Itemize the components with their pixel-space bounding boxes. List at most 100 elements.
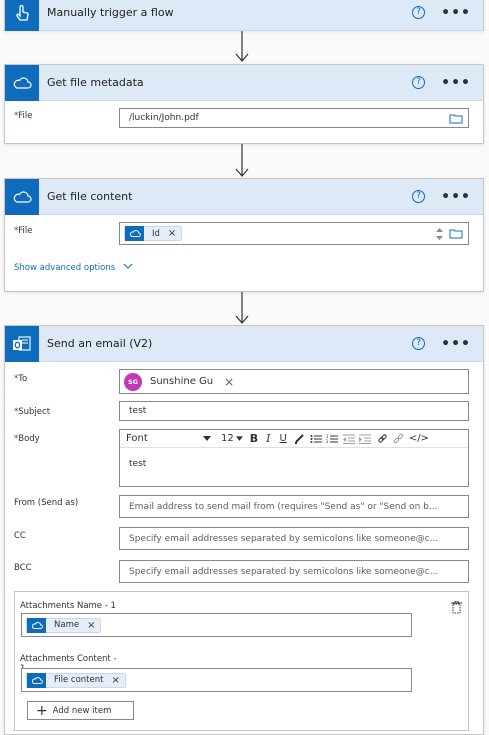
add-new-item-button[interactable]: + Add new item	[27, 701, 134, 720]
content-title: Get file content	[47, 190, 133, 203]
attachments-content-label: Attachments Content -	[20, 654, 117, 664]
code-view-icon[interactable]: </>	[409, 433, 429, 444]
font-size-value: 12	[221, 433, 234, 444]
more-options-button[interactable]: •••	[441, 75, 471, 91]
file-path-value: /luckin/John.pdf	[129, 113, 199, 123]
subject-label: *Subject	[14, 407, 51, 417]
underline-icon[interactable]: U	[279, 433, 286, 444]
body-editor[interactable]: Font 12 B I U 1 2 </> test	[119, 429, 469, 487]
bcc-label: BCC	[14, 563, 32, 573]
body-label: *Body	[14, 434, 40, 444]
folder-icon[interactable]	[449, 113, 463, 124]
metadata-title: Get file metadata	[47, 76, 144, 89]
chevron-down-icon	[123, 263, 133, 269]
bcc-input[interactable]: Specify email addresses separated by sem…	[119, 560, 469, 583]
help-icon[interactable]: ?	[412, 190, 426, 203]
advanced-label: Show advanced options	[14, 263, 116, 273]
remove-recipient-icon[interactable]: ×	[224, 375, 234, 389]
name-token[interactable]: Name ×	[26, 617, 102, 633]
remove-token-icon[interactable]: ×	[111, 675, 119, 686]
link-icon[interactable]	[377, 433, 388, 444]
from-input[interactable]: Email address to send mail from (require…	[119, 495, 469, 518]
down-arrow-icon	[235, 292, 249, 324]
bcc-placeholder: Specify email addresses separated by sem…	[129, 566, 439, 577]
avatar: SG	[124, 372, 142, 391]
to-input[interactable]: SG Sunshine Gu ×	[119, 369, 469, 394]
recipient-chip[interactable]: SG Sunshine Gu ×	[124, 372, 234, 391]
numbered-list-icon[interactable]: 1 2	[326, 434, 338, 444]
down-arrow-icon	[235, 144, 249, 177]
more-options-button[interactable]: •••	[441, 5, 471, 21]
recipient-name: Sunshine Gu	[150, 376, 214, 387]
outlook-icon	[13, 335, 31, 351]
remove-token-icon[interactable]: ×	[87, 620, 95, 631]
body-toolbar: Font 12 B I U 1 2 </>	[120, 430, 468, 448]
get-file-metadata-card[interactable]: Get file metadata ? ••• *File /luckin/Jo…	[4, 64, 484, 144]
delete-item-icon[interactable]	[451, 601, 462, 614]
id-token[interactable]: Id ×	[124, 226, 183, 241]
more-options-button[interactable]: •••	[441, 189, 471, 205]
attachment-content-input[interactable]: File content ×	[21, 668, 412, 692]
get-file-content-card[interactable]: Get file content ? ••• *File Id × Show a…	[4, 178, 484, 292]
bulleted-list-icon[interactable]	[310, 434, 322, 444]
add-new-item-label: Add new item	[52, 705, 112, 716]
cc-input[interactable]: Specify email addresses separated by sem…	[119, 527, 469, 550]
highlight-pen-icon[interactable]	[294, 433, 305, 444]
email-title: Send an email (V2)	[47, 337, 153, 350]
onedrive-cloud-icon	[13, 76, 32, 89]
content-header[interactable]: Get file content ? •••	[5, 178, 483, 215]
remove-token-icon[interactable]: ×	[168, 228, 176, 239]
email-header[interactable]: Send an email (V2) ? •••	[5, 325, 483, 362]
increase-indent-icon	[358, 434, 371, 444]
from-placeholder: Email address to send mail from (require…	[129, 501, 438, 512]
onedrive-cloud-icon	[125, 226, 144, 241]
decrease-indent-icon	[342, 434, 355, 444]
file-label: *File	[14, 226, 33, 236]
file-content-token[interactable]: File content ×	[26, 672, 126, 688]
trigger-title: Manually trigger a flow	[47, 6, 174, 19]
file-id-input[interactable]: Id ×	[119, 222, 469, 245]
italic-icon[interactable]: I	[266, 432, 270, 445]
dropdown-arrow-icon	[203, 436, 211, 441]
trigger-card[interactable]: Manually trigger a flow ? •••	[4, 0, 484, 31]
trigger-header[interactable]: Manually trigger a flow ? •••	[5, 0, 483, 31]
file-path-input[interactable]: /luckin/John.pdf	[119, 108, 469, 128]
id-token-label: Id	[152, 228, 160, 239]
font-size-select[interactable]: 12	[221, 433, 243, 444]
file-content-token-label: File content	[54, 675, 104, 685]
help-icon[interactable]: ?	[412, 6, 426, 19]
help-icon[interactable]: ?	[412, 337, 426, 350]
body-text: test	[129, 459, 147, 469]
cc-label: CC	[14, 531, 26, 541]
email-icon-tile	[5, 325, 39, 362]
metadata-header[interactable]: Get file metadata ? •••	[5, 64, 483, 101]
trigger-icon-tile	[5, 0, 39, 31]
more-options-button[interactable]: •••	[441, 336, 471, 352]
plus-icon: +	[36, 702, 48, 719]
name-token-label: Name	[54, 620, 80, 630]
file-label: *File	[14, 111, 33, 121]
spin-arrows-icon[interactable]	[435, 226, 444, 242]
attachment-name-input[interactable]: Name ×	[21, 613, 412, 637]
show-advanced-options-link[interactable]: Show advanced options	[14, 263, 133, 273]
pointer-hand-icon	[16, 4, 29, 21]
content-icon-tile	[5, 178, 39, 215]
attachments-group: Attachments Name - 1 Name × Attachments …	[14, 591, 469, 731]
dropdown-arrow-icon	[235, 436, 243, 441]
font-family-value: Font	[126, 433, 148, 444]
subject-input[interactable]: test	[119, 401, 469, 421]
unlink-icon	[393, 433, 404, 444]
metadata-icon-tile	[5, 64, 39, 101]
font-family-select[interactable]: Font	[126, 433, 211, 444]
send-email-card[interactable]: Send an email (V2) ? ••• *To SG Sunshine…	[4, 325, 484, 735]
attachments-name-label: Attachments Name - 1	[20, 601, 116, 611]
down-arrow-icon	[235, 31, 249, 62]
onedrive-cloud-icon	[27, 617, 46, 633]
to-label: *To	[14, 374, 28, 384]
help-icon[interactable]: ?	[412, 76, 426, 89]
from-label: From (Send as)	[14, 498, 79, 508]
cc-placeholder: Specify email addresses separated by sem…	[129, 533, 439, 544]
svg-text:2: 2	[326, 439, 329, 444]
folder-icon[interactable]	[449, 228, 463, 239]
bold-icon[interactable]: B	[250, 432, 258, 445]
